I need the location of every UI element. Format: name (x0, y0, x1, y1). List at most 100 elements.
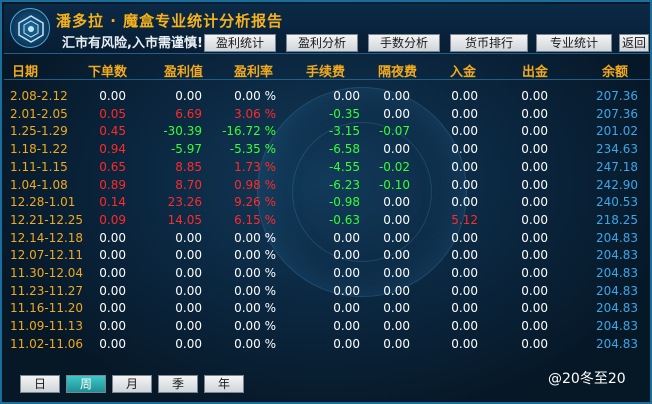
nav-profit-analysis-button[interactable]: 盈利分析 (286, 34, 358, 52)
period-year-button[interactable]: 年 (204, 375, 244, 393)
nav-profit-stats-button[interactable]: 盈利统计 (204, 34, 276, 52)
cell-orders: 0.94 (99, 142, 126, 157)
col-swap: 隔夜费 (378, 65, 418, 80)
cell-withdraw: 0.00 (521, 124, 548, 139)
cell-withdraw: 0.00 (521, 319, 548, 334)
cell-orders: 0.00 (99, 266, 126, 280)
page-title: 潘多拉 · 魔盒专业统计分析报告 (56, 12, 284, 30)
cell-profit: 0.00 (175, 319, 202, 334)
cell-rate: 0.00 % (234, 230, 276, 245)
back-button[interactable]: 返回 (619, 34, 649, 52)
cell-swap: 0.00 (383, 301, 410, 316)
cell-deposit: 0.00 (451, 124, 478, 139)
cell-date: 11.23-11.27 (10, 283, 84, 298)
cell-swap: -0.02 (378, 159, 410, 174)
cell-profit: -30.39 (163, 124, 202, 139)
cell-orders: 0.05 (99, 106, 126, 121)
cell-rate: 1.73 % (234, 159, 276, 174)
cell-profit: 8.70 (175, 177, 202, 192)
cell-date: 11.09-11.13 (10, 319, 84, 334)
cell-fee: 0.00 (333, 336, 360, 351)
cell-profit: 6.69 (175, 106, 202, 121)
nav-currency-ranking-button[interactable]: 货币排行 (450, 34, 528, 52)
nav-lot-analysis-button[interactable]: 手数分析 (368, 34, 440, 52)
cell-date: 2.01-2.05 (10, 106, 68, 121)
cell-profit: 0.00 (175, 336, 202, 351)
table-row: 11.16-11.20 0.00 0.00 0.00 % 0.00 0.00 0.00 0.0… (4, 300, 650, 318)
cell-swap: 0.00 (383, 106, 410, 121)
cell-rate: 6.15 % (234, 212, 276, 227)
cell-date: 12.28-1.01 (10, 195, 76, 210)
cell-withdraw: 0.00 (521, 106, 548, 121)
cell-fee: -0.63 (328, 212, 360, 227)
cell-profit: 0.00 (175, 301, 202, 316)
cell-withdraw: 0.00 (521, 212, 548, 227)
cell-swap: 0.00 (383, 230, 410, 245)
cell-deposit: 0.00 (451, 336, 478, 351)
cell-balance: 204.83 (596, 336, 638, 351)
cell-balance: 204.83 (596, 319, 638, 334)
cell-balance: 234.63 (596, 142, 638, 157)
cell-deposit: 0.00 (451, 89, 478, 103)
cell-date: 11.02-11.06 (10, 336, 84, 351)
cell-balance: 204.83 (596, 266, 638, 280)
cell-withdraw: 0.00 (521, 301, 548, 316)
cell-orders: 0.00 (99, 336, 126, 351)
cell-deposit: 0.00 (451, 177, 478, 192)
cell-rate: 0.00 % (234, 336, 276, 351)
cell-rate: 3.06 % (234, 106, 276, 121)
col-fee: 手续费 (306, 65, 346, 80)
cell-deposit: 5.12 (451, 212, 478, 227)
report-window: 潘多拉 · 魔盒专业统计分析报告 汇市有风险,入市需谨慎! 盈利统计 盈利分析 … (0, 0, 652, 404)
cell-deposit: 0.00 (451, 301, 478, 316)
cell-date: 1.04-1.08 (10, 177, 68, 192)
cell-swap: 0.00 (383, 142, 410, 157)
col-date: 日期 (12, 65, 39, 80)
table-row: 12.14-12.18 0.00 0.00 0.00 % 0.00 0.00 0.00 0.0… (4, 230, 650, 248)
period-week-button[interactable]: 周 (66, 375, 106, 393)
cell-fee: 0.00 (333, 266, 360, 280)
cell-deposit: 0.00 (451, 195, 478, 210)
cell-profit: 0.00 (175, 266, 202, 280)
cell-deposit: 0.00 (451, 142, 478, 157)
cell-deposit: 0.00 (451, 248, 478, 263)
cell-withdraw: 0.00 (521, 142, 548, 157)
table-row: 1.25-1.29 0.45 -30.39 -16.72 % -3.15 -0.07 0.0… (4, 123, 650, 141)
table-row: 1.11-1.15 0.65 8.85 1.73 % -4.55 -0.02 0.00 0.0… (4, 159, 650, 177)
cell-balance: 218.25 (596, 212, 638, 227)
watermark: @20冬至20 (548, 371, 626, 387)
table-row: 11.09-11.13 0.00 0.00 0.00 % 0.00 0.00 0.00 0.0… (4, 318, 650, 336)
table-row: 1.04-1.08 0.89 8.70 0.98 % -6.23 -0.10 0.00 0.0… (4, 177, 650, 195)
cell-profit: 0.00 (175, 248, 202, 263)
col-rate: 盈利率 (234, 65, 274, 80)
period-month-button[interactable]: 月 (112, 375, 152, 393)
cell-rate: 0.00 % (234, 266, 276, 280)
cell-date: 12.21-12.25 (10, 212, 84, 227)
cell-rate: 9.26 % (234, 195, 276, 210)
logo-icon (10, 8, 50, 48)
period-quarter-button[interactable]: 季 (158, 375, 198, 393)
cell-fee: -6.23 (328, 177, 360, 192)
cell-swap: 0.00 (383, 89, 410, 103)
cell-date: 11.30-12.04 (10, 266, 84, 280)
cell-withdraw: 0.00 (521, 89, 548, 103)
cell-orders: 0.14 (99, 195, 126, 210)
cell-profit: 14.05 (167, 212, 202, 227)
cell-orders: 0.09 (99, 212, 126, 227)
cell-deposit: 0.00 (451, 283, 478, 298)
cell-rate: 0.00 % (234, 319, 276, 334)
cell-fee: 0.00 (333, 301, 360, 316)
cell-balance: 207.36 (596, 106, 638, 121)
cell-orders: 0.00 (99, 230, 126, 245)
cell-date: 12.07-12.11 (10, 248, 84, 263)
cell-swap: 0.00 (383, 248, 410, 263)
period-day-button[interactable]: 日 (20, 375, 60, 393)
cell-profit: 0.00 (175, 283, 202, 298)
cell-balance: 240.53 (596, 195, 638, 210)
cell-withdraw: 0.00 (521, 195, 548, 210)
cell-swap: 0.00 (383, 266, 410, 280)
nav-pro-stats-button[interactable]: 专业统计 (536, 34, 612, 52)
col-profit: 盈利值 (164, 65, 204, 80)
cell-rate: 0.00 % (234, 248, 276, 263)
cell-fee: 0.00 (333, 283, 360, 298)
